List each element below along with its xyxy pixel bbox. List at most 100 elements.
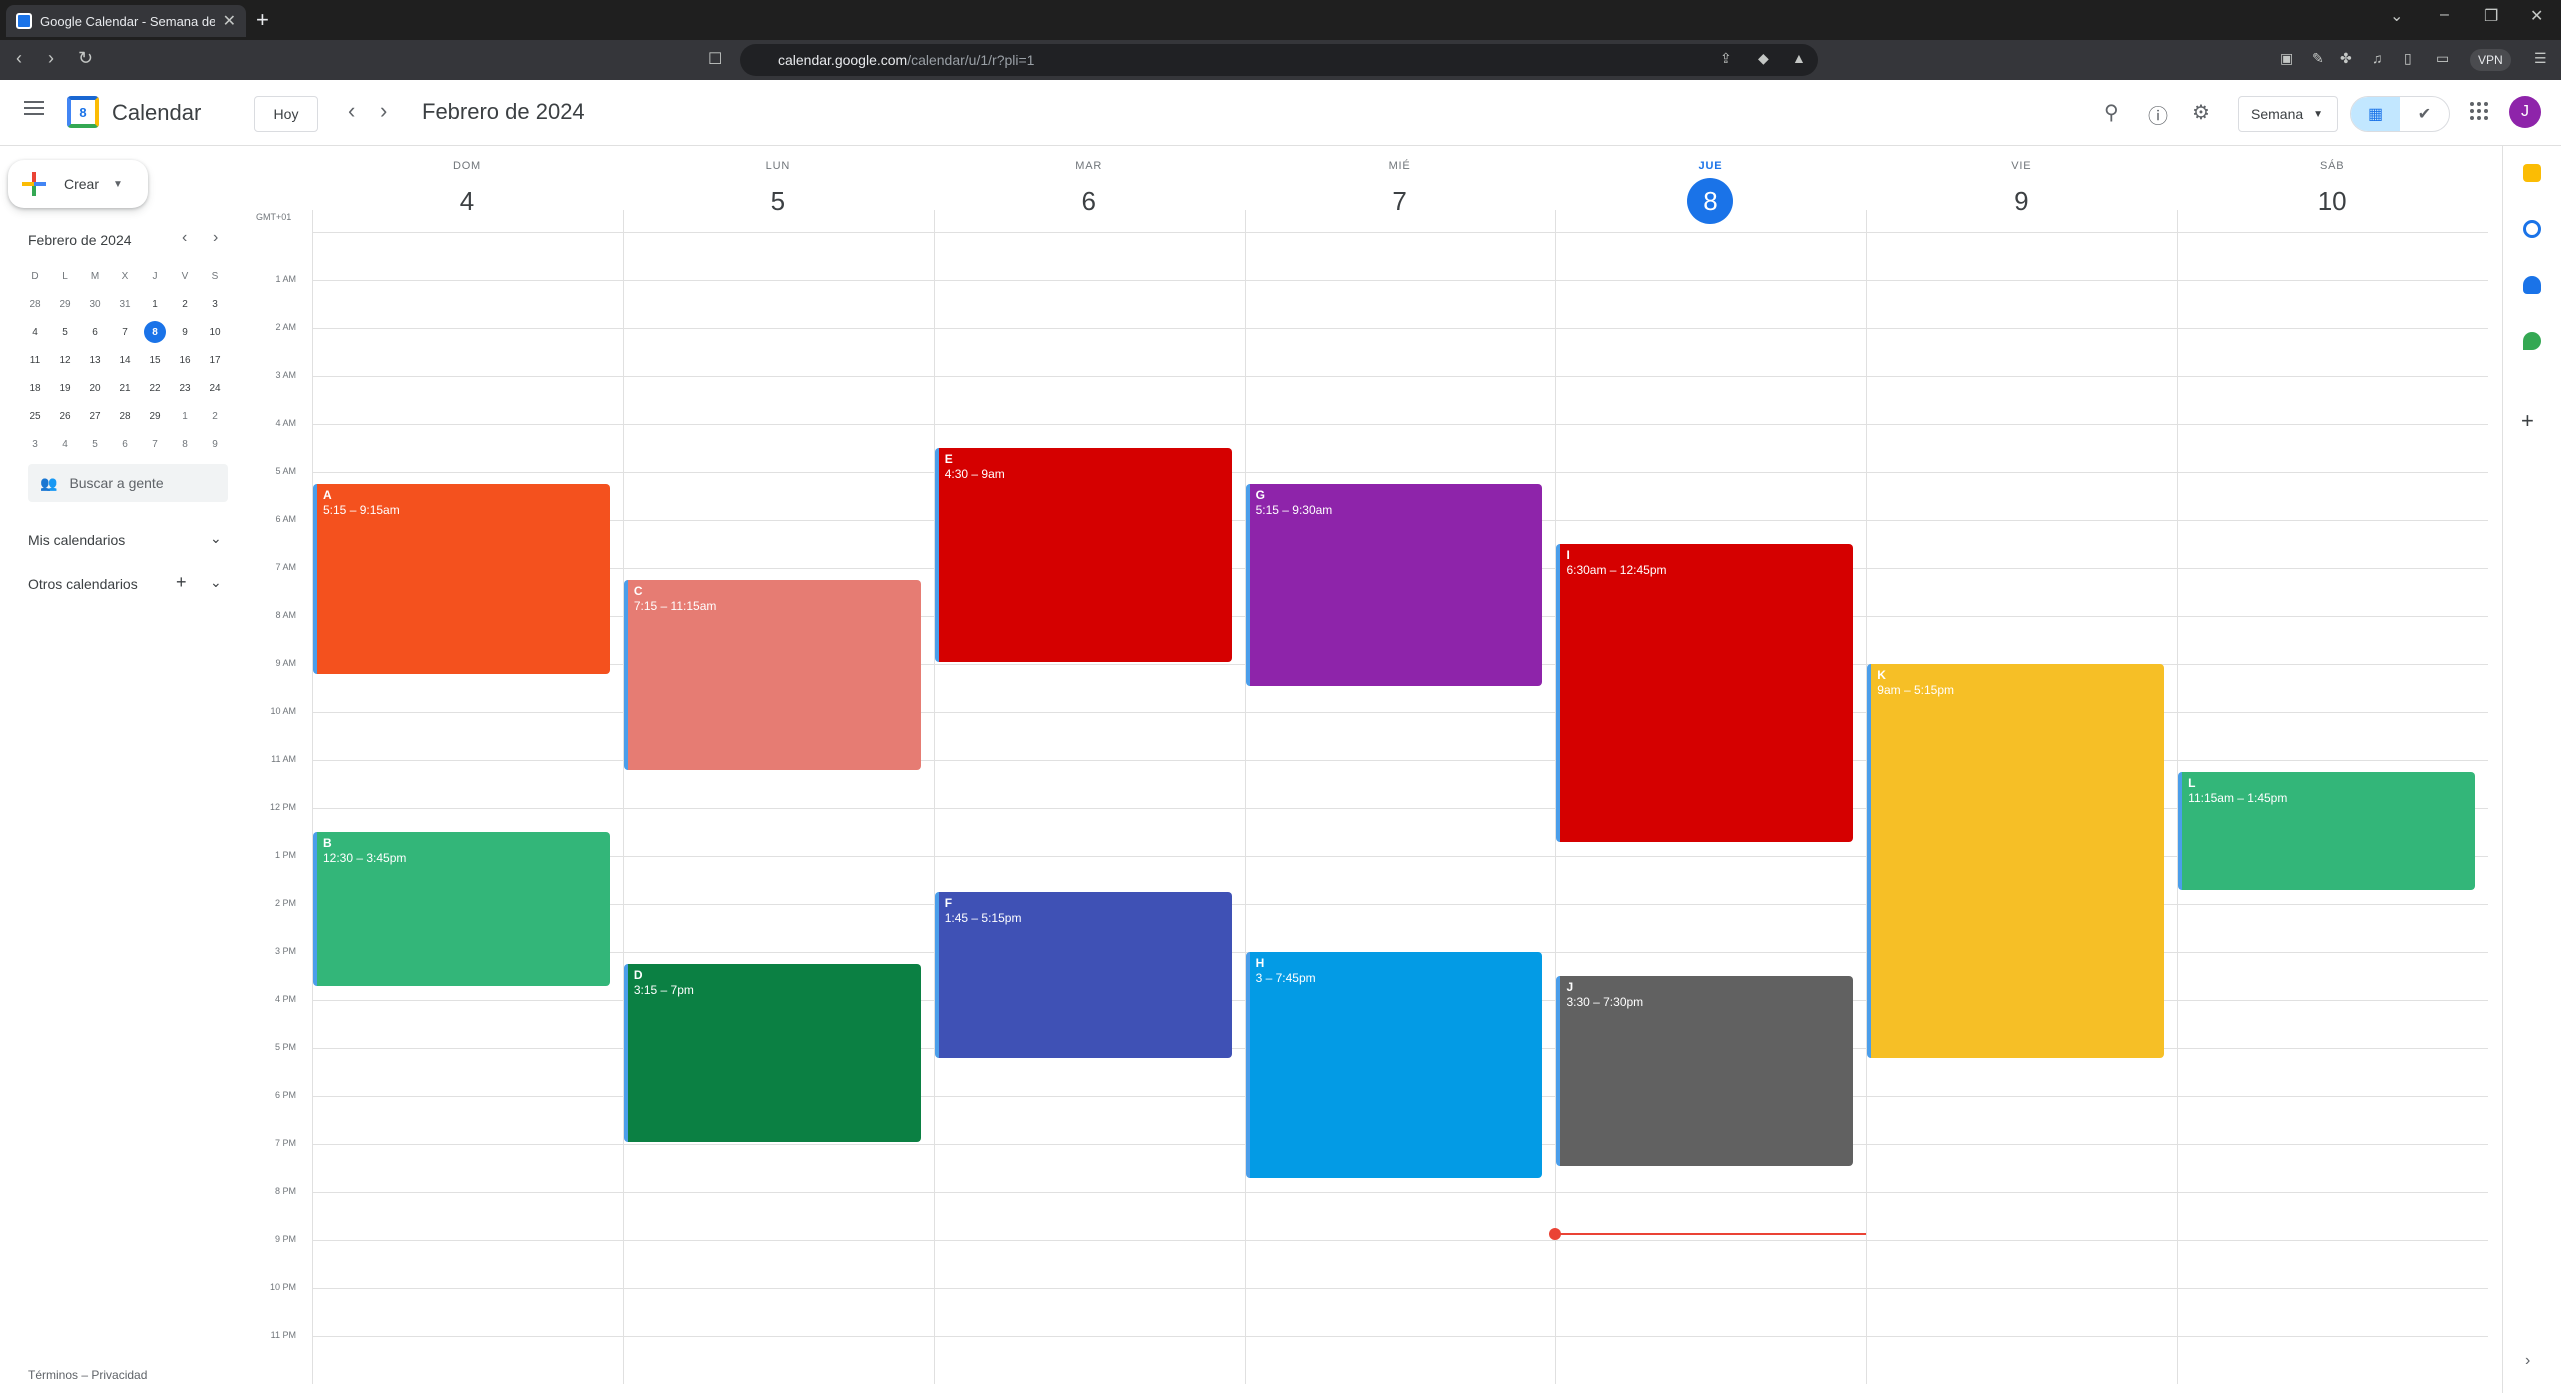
mini-day[interactable]: 7 — [140, 430, 170, 458]
mini-day[interactable]: 28 — [110, 402, 140, 430]
maps-icon[interactable] — [2523, 332, 2541, 350]
sidebar-toggle-icon[interactable]: ▯ — [2404, 50, 2412, 67]
menu-icon[interactable]: ☰ — [2534, 50, 2547, 67]
calendar-event[interactable]: A 5:15 – 9:15am — [313, 484, 610, 674]
mini-day[interactable]: 6 — [110, 430, 140, 458]
mini-day[interactable]: 9 — [170, 318, 200, 346]
google-apps-icon[interactable] — [2470, 102, 2488, 120]
day-number[interactable]: 10 — [2309, 178, 2355, 224]
mini-day[interactable]: 25 — [20, 402, 50, 430]
mini-day[interactable]: 3 — [200, 290, 230, 318]
calendar-event[interactable]: D 3:15 – 7pm — [623, 964, 921, 1142]
hide-panel-chevron-icon[interactable]: › — [2525, 1352, 2543, 1370]
calendar-view-icon[interactable]: ▦ — [2351, 97, 2400, 131]
mini-day[interactable]: 6 — [80, 318, 110, 346]
mini-day[interactable]: 3 — [20, 430, 50, 458]
day-number[interactable]: 7 — [1377, 178, 1423, 224]
mini-day[interactable]: 29 — [50, 290, 80, 318]
mini-day[interactable]: 1 — [140, 290, 170, 318]
mini-day[interactable]: 19 — [50, 374, 80, 402]
wallet-icon[interactable]: ▭ — [2436, 50, 2449, 67]
day-header-jue[interactable]: JUE 8 — [1555, 160, 1865, 224]
calendar-event[interactable]: B 12:30 – 3:45pm — [313, 832, 610, 986]
mini-day[interactable]: 29 — [140, 402, 170, 430]
url-field[interactable]: calendar.google.com/calendar/u/1/r?pli=1 — [740, 44, 1818, 76]
close-window-icon[interactable]: ✕ — [2530, 6, 2543, 26]
day-header-sáb[interactable]: SÁB 10 — [2177, 160, 2487, 224]
mini-day[interactable]: 2 — [200, 402, 230, 430]
share-icon[interactable]: ⇪ — [1720, 50, 1732, 67]
mini-day[interactable]: 14 — [110, 346, 140, 374]
extension-icon[interactable]: ▣ — [2280, 50, 2293, 67]
mini-day[interactable]: 12 — [50, 346, 80, 374]
media-icon[interactable]: ♫ — [2372, 50, 2383, 66]
forward-icon[interactable]: › — [48, 48, 54, 69]
mini-day[interactable]: 15 — [140, 346, 170, 374]
other-calendars-header[interactable]: Otros calendarios — [28, 576, 138, 592]
mini-day[interactable]: 5 — [50, 318, 80, 346]
new-tab-icon[interactable]: + — [256, 7, 269, 33]
mini-day[interactable]: 26 — [50, 402, 80, 430]
mini-day[interactable]: 8 — [170, 430, 200, 458]
keep-icon[interactable] — [2523, 164, 2541, 182]
reload-icon[interactable]: ↻ — [78, 48, 93, 69]
chevron-down-icon[interactable]: ⌄ — [210, 530, 222, 547]
view-selector[interactable]: Semana ▼ — [2238, 96, 2338, 132]
calendar-event[interactable]: I 6:30am – 12:45pm — [1556, 544, 1854, 842]
mini-day[interactable]: 16 — [170, 346, 200, 374]
mini-day[interactable]: 5 — [80, 430, 110, 458]
mini-day[interactable]: 13 — [80, 346, 110, 374]
browser-tab[interactable]: Google Calendar - Semana del ✕ — [6, 5, 246, 37]
mini-next-icon[interactable]: › — [213, 229, 218, 247]
calendar-event[interactable]: J 3:30 – 7:30pm — [1556, 976, 1854, 1166]
search-icon[interactable]: ⚲ — [2104, 100, 2119, 125]
mini-day[interactable]: 20 — [80, 374, 110, 402]
mini-day[interactable]: 8 — [140, 318, 170, 346]
avatar[interactable]: J — [2509, 96, 2541, 128]
next-week-icon[interactable]: › — [380, 98, 387, 124]
day-number[interactable]: 8 — [1687, 178, 1734, 224]
tab-search-icon[interactable]: ⌄ — [2390, 6, 2403, 26]
puzzle-icon[interactable]: ✤ — [2340, 50, 2352, 67]
search-people-input[interactable]: 👥 Buscar a gente — [28, 464, 228, 502]
help-icon[interactable]: ⓘ — [2148, 100, 2168, 129]
bookmark-icon[interactable]: ☐ — [708, 49, 722, 69]
calendar-event[interactable]: G 5:15 – 9:30am — [1245, 484, 1543, 686]
my-calendars-header[interactable]: Mis calendarios — [28, 532, 125, 548]
mini-day[interactable]: 24 — [200, 374, 230, 402]
mini-day[interactable]: 31 — [110, 290, 140, 318]
previous-week-icon[interactable]: ‹ — [348, 98, 355, 124]
mini-day[interactable]: 10 — [200, 318, 230, 346]
mini-day[interactable]: 4 — [20, 318, 50, 346]
mini-day[interactable]: 22 — [140, 374, 170, 402]
tasks-view-icon[interactable]: ✔ — [2400, 97, 2449, 131]
calendar-event[interactable]: H3 – 7:45pm — [1245, 952, 1543, 1178]
mini-day[interactable]: 11 — [20, 346, 50, 374]
vpn-button[interactable]: VPN — [2470, 49, 2511, 71]
calendar-event[interactable]: K 9am – 5:15pm — [1867, 664, 2165, 1058]
day-number[interactable]: 9 — [1998, 178, 2044, 224]
settings-gear-icon[interactable]: ⚙ — [2192, 100, 2210, 125]
mini-day[interactable]: 4 — [50, 430, 80, 458]
day-number[interactable]: 6 — [1066, 178, 1112, 224]
mini-day[interactable]: 21 — [110, 374, 140, 402]
restore-icon[interactable]: ❐ — [2484, 6, 2498, 26]
day-number[interactable]: 5 — [755, 178, 801, 224]
mini-day[interactable]: 28 — [20, 290, 50, 318]
mini-day[interactable]: 9 — [200, 430, 230, 458]
mini-day[interactable]: 7 — [110, 318, 140, 346]
day-header-lun[interactable]: LUN 5 — [623, 160, 933, 224]
get-addons-plus-icon[interactable]: + — [2521, 408, 2539, 433]
day-header-mié[interactable]: MIÉ 7 — [1245, 160, 1555, 224]
close-tab-icon[interactable]: ✕ — [223, 11, 236, 31]
day-number[interactable]: 4 — [444, 178, 490, 224]
back-icon[interactable]: ‹ — [16, 48, 22, 69]
mini-day[interactable]: 30 — [80, 290, 110, 318]
mini-day[interactable]: 23 — [170, 374, 200, 402]
minimize-icon[interactable]: – — [2440, 6, 2449, 24]
calendar-event[interactable]: C 7:15 – 11:15am — [623, 580, 921, 770]
contacts-icon[interactable] — [2523, 276, 2541, 294]
mini-day[interactable]: 18 — [20, 374, 50, 402]
calendar-event[interactable]: E 4:30 – 9am — [934, 448, 1232, 662]
week-grid[interactable]: A 5:15 – 9:15am B 12:30 – 3:45pm C 7:15 – 11:… — [312, 210, 2488, 1384]
